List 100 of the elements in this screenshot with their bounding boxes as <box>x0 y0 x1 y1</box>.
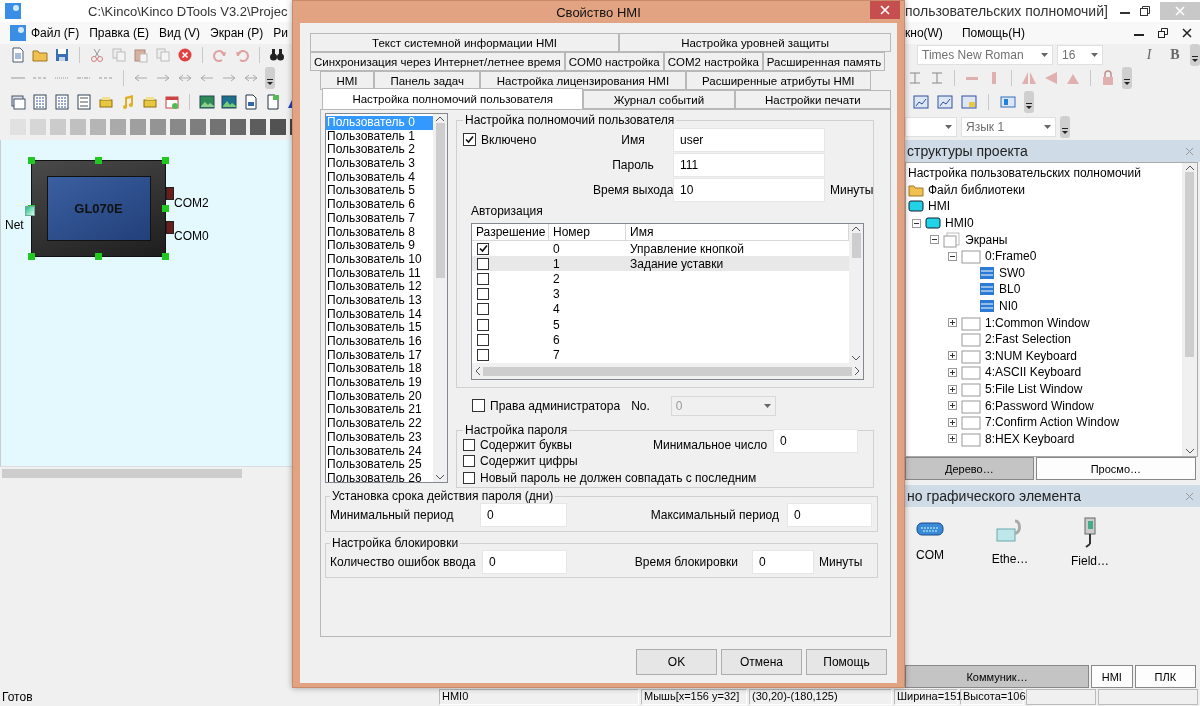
scrollbar[interactable] <box>472 363 863 379</box>
expander-toggle[interactable] <box>948 251 957 261</box>
column-header[interactable]: Номер <box>549 224 626 241</box>
panel-tab[interactable]: Дерево… <box>905 457 1034 480</box>
scroll-thumb[interactable] <box>2 469 242 478</box>
italic-button[interactable]: I <box>1138 45 1160 65</box>
scroll-thumb[interactable] <box>1185 172 1194 357</box>
tab[interactable]: Панель задач <box>374 71 481 90</box>
box-icon[interactable] <box>142 94 158 110</box>
checkbox[interactable] <box>463 439 475 451</box>
document-icon[interactable] <box>10 47 26 63</box>
selection-handle[interactable] <box>162 157 169 164</box>
list-item[interactable]: Пользователь 15 <box>326 321 433 335</box>
page-icon[interactable] <box>243 94 259 110</box>
tab[interactable]: Настройка уровней защиты <box>619 33 891 52</box>
delete-icon[interactable] <box>177 47 193 63</box>
tab[interactable]: Текст системной информации HMI <box>310 33 620 52</box>
image-icon[interactable] <box>221 94 237 110</box>
checkbox[interactable] <box>477 242 489 255</box>
expander-toggle[interactable] <box>948 384 957 394</box>
expander-toggle[interactable] <box>948 417 957 427</box>
selection-handle[interactable] <box>28 253 35 260</box>
checkbox[interactable] <box>477 348 489 361</box>
tree-item[interactable]: 3:NUM Keyboard <box>985 348 1078 363</box>
lock-icon[interactable] <box>1100 70 1116 86</box>
calendar-icon[interactable] <box>164 94 180 110</box>
redo-icon[interactable] <box>212 47 228 63</box>
menu-item[interactable]: Вид (V) <box>154 23 206 43</box>
tree-item[interactable]: 8:HEX Keyboard <box>985 431 1075 446</box>
tab[interactable]: Настройка полномочий пользователя <box>322 88 584 109</box>
toolbar-overflow-icon[interactable] <box>1190 44 1200 66</box>
list-item[interactable]: Пользователь 1 <box>326 129 433 144</box>
table-row[interactable]: 1 Задание уставки <box>472 256 849 272</box>
list-item[interactable]: Пользователь 12 <box>326 280 433 294</box>
element-label[interactable]: COM <box>916 548 944 562</box>
menu-item[interactable]: кно(W) <box>905 23 948 43</box>
expander-toggle[interactable] <box>948 318 957 328</box>
tab[interactable]: HMI <box>320 71 374 90</box>
list-item[interactable]: Пользователь 16 <box>326 335 433 349</box>
scroll-thumb[interactable] <box>851 233 861 258</box>
list-item[interactable]: Пользователь 11 <box>326 266 433 281</box>
checkbox[interactable] <box>477 257 489 270</box>
list-item[interactable]: Пользователь 3 <box>326 157 433 171</box>
list-item[interactable]: Пользователь 23 <box>326 430 433 445</box>
table-row[interactable]: 2 <box>472 271 849 287</box>
music-note-icon[interactable] <box>120 94 136 110</box>
tree-item[interactable]: 2:Fast Selection <box>985 332 1072 347</box>
input-field[interactable]: 0 <box>482 550 567 574</box>
expander-toggle[interactable] <box>930 235 939 245</box>
tree-item[interactable]: Настройка пользовательских полномочий <box>908 166 1141 181</box>
selection-handle[interactable] <box>95 253 102 260</box>
close-icon[interactable] <box>1182 28 1192 38</box>
column-header[interactable]: Разрешение <box>472 224 549 241</box>
list-item[interactable]: Пользователь 7 <box>326 211 433 226</box>
window-icon[interactable] <box>10 94 26 110</box>
box-icon[interactable] <box>98 94 114 110</box>
toolbar-overflow-icon[interactable] <box>1024 91 1034 113</box>
tab[interactable]: Расширенные атрибуты HMI <box>685 71 871 90</box>
tree-item[interactable]: NI0 <box>999 299 1018 314</box>
scrollbar[interactable] <box>849 224 863 363</box>
tree-item[interactable]: Экраны <box>965 232 1008 247</box>
tab[interactable]: Журнал событий <box>583 90 735 109</box>
tab[interactable]: Настройка лицензирования HMI <box>480 71 686 90</box>
list-item[interactable]: Пользователь 6 <box>326 198 433 212</box>
list-item[interactable]: Пользователь 5 <box>326 184 433 199</box>
toolbar-overflow-icon[interactable] <box>265 67 275 89</box>
bracket-icon[interactable] <box>929 70 945 86</box>
tab[interactable]: COM0 настройка <box>564 52 664 71</box>
input-field[interactable]: 0 <box>752 550 814 574</box>
tab[interactable]: COM2 настройка <box>663 52 763 71</box>
list-item[interactable]: Пользователь 2 <box>326 143 433 158</box>
table-row[interactable]: 6 <box>472 332 849 348</box>
input-field[interactable]: 0 <box>787 503 872 527</box>
list-item[interactable]: Пользователь 19 <box>326 376 433 390</box>
list-item[interactable]: Пользователь 4 <box>326 170 433 185</box>
checkbox[interactable] <box>463 455 475 467</box>
tree-item[interactable]: HMI0 <box>945 216 974 231</box>
tree-item[interactable]: 4:ASCII Keyboard <box>985 365 1082 380</box>
tree-item[interactable]: 5:File List Window <box>985 382 1083 396</box>
input-field[interactable]: 0 <box>480 503 567 527</box>
table-icon[interactable] <box>32 94 48 110</box>
input-field[interactable]: 10 <box>673 177 825 202</box>
toolbar-overflow-icon[interactable] <box>1060 116 1070 138</box>
triangle-icon[interactable] <box>1021 70 1037 86</box>
font-size-combo[interactable]: 16 <box>1057 45 1103 65</box>
checkbox[interactable] <box>477 318 489 331</box>
image-icon[interactable] <box>199 94 215 110</box>
restore-icon[interactable] <box>1158 28 1168 38</box>
panel-tab[interactable]: Коммуник… <box>905 665 1090 688</box>
list-item[interactable]: Пользователь 26 <box>326 471 433 482</box>
checkbox[interactable] <box>477 272 489 285</box>
dialog-button[interactable]: Помощь <box>806 649 887 675</box>
panel-tab[interactable]: Просмо… <box>1035 457 1196 480</box>
tab[interactable]: Расширенная память <box>762 52 886 71</box>
list-item[interactable]: Пользователь 13 <box>326 293 433 308</box>
close-button[interactable] <box>870 1 900 19</box>
column-header[interactable]: Имя <box>626 224 849 241</box>
checkbox[interactable] <box>477 288 489 301</box>
list-item[interactable]: Пользователь 22 <box>326 417 433 431</box>
clipboard-icon[interactable] <box>133 47 149 63</box>
